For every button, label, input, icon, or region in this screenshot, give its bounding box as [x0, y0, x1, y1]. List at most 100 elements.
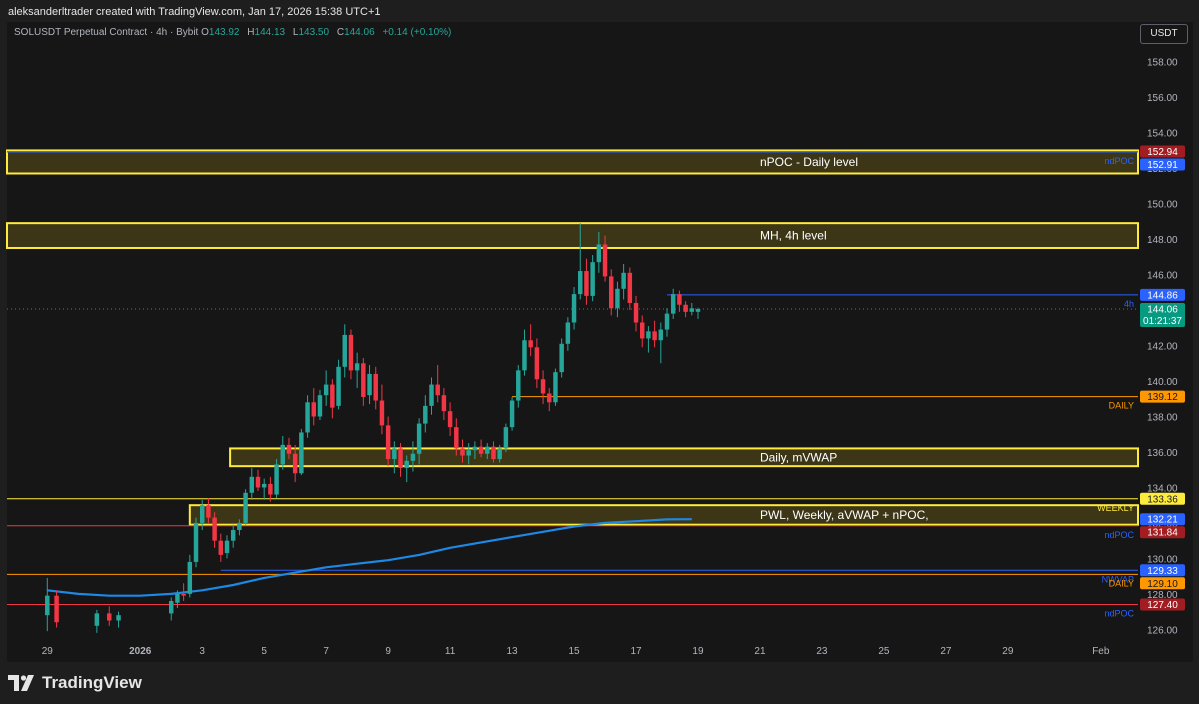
x-tick-label: 27 [940, 646, 952, 657]
candle-body [168, 600, 174, 614]
candle-body [602, 244, 608, 277]
y-tick-label: 140.00 [1147, 377, 1178, 388]
tradingview-logo[interactable]: TradingView [8, 672, 142, 694]
candle-body [689, 308, 695, 312]
candle-body [670, 294, 676, 314]
candle-body [621, 272, 626, 289]
candle-body [212, 517, 217, 541]
level-side-label: ndPOC [1104, 609, 1134, 619]
candle-body [255, 476, 261, 488]
x-tick-label: 29 [42, 646, 54, 657]
y-tick-label: 138.00 [1147, 413, 1178, 424]
candle-body [447, 411, 453, 428]
candle-body [187, 561, 193, 594]
price-badge-label: 133.36 [1147, 494, 1178, 505]
y-tick-label: 126.00 [1147, 625, 1178, 636]
candle-body [540, 379, 546, 394]
zone-label: MH, 4h level [760, 229, 827, 243]
y-tick-label: 148.00 [1147, 235, 1178, 246]
level-side-label: DAILY [1109, 401, 1134, 411]
candle-body [342, 334, 347, 367]
candle-body [497, 448, 502, 460]
y-tick-label: 130.00 [1147, 554, 1178, 565]
x-tick-label: 19 [692, 646, 704, 657]
candle-body [354, 363, 360, 371]
candle-body [683, 304, 688, 312]
candle-body [609, 276, 614, 309]
candle-body [571, 294, 577, 323]
candle-body [584, 271, 589, 296]
candle-body [695, 309, 701, 312]
zone-box [6, 222, 1139, 249]
candle-body [633, 302, 639, 323]
candle-body [410, 453, 416, 461]
close-value: 144.06 [344, 27, 375, 38]
x-tick-label: 2026 [129, 646, 152, 657]
price-badge-label: 132.21 [1147, 515, 1178, 526]
price-badge-label: 144.06 [1147, 305, 1178, 316]
candle-body [404, 460, 409, 468]
x-tick-label: Feb [1092, 646, 1110, 657]
candle-body [559, 343, 564, 373]
y-tick-label: 154.00 [1147, 129, 1178, 140]
time-axis: 29 2026 3 5 7 9 11 13 15 17 19 21 23 25 27 29 Feb [42, 646, 1110, 657]
candle-body [224, 540, 230, 554]
candle-body [379, 400, 385, 426]
candle-body [435, 384, 440, 396]
candle-body [454, 427, 459, 449]
price-badge-label: 152.91 [1147, 160, 1178, 171]
x-tick-label: 23 [816, 646, 828, 657]
level-side-label: ndPOC [1104, 530, 1134, 540]
vwap-line [47, 518, 692, 597]
candle-body [230, 530, 236, 541]
zones-layer [6, 149, 1140, 526]
candle-body [677, 294, 682, 305]
candle-body [206, 505, 211, 518]
price-badge-label: 152.94 [1147, 147, 1178, 158]
candle-body [336, 366, 341, 406]
candle-body [503, 427, 509, 449]
y-tick-label: 142.00 [1147, 342, 1178, 353]
candle-body [491, 446, 496, 460]
change-value: +0.14 (+0.10%) [382, 27, 452, 38]
candle-body [373, 373, 378, 401]
level-side-label: 4h [1124, 299, 1134, 309]
level-side-label: DAILY [1109, 578, 1134, 588]
currency-button[interactable]: USDT [1140, 24, 1188, 44]
candle-body [218, 540, 224, 555]
candle-body [516, 370, 521, 401]
zone-box [6, 149, 1139, 175]
candle-body [596, 244, 602, 263]
candles-layer [45, 223, 701, 633]
candle-body [268, 483, 273, 495]
candle-body [578, 271, 583, 295]
price-chart[interactable]: ndPOC4hDAILYWEEKLYndPOCNWVAPDAILYndPOC n… [0, 0, 1199, 704]
candle-body [299, 432, 304, 474]
candle-body [348, 334, 354, 371]
open-key: O [201, 27, 209, 38]
candle-body [547, 393, 552, 403]
candle-body [311, 402, 316, 417]
candle-body [398, 448, 403, 468]
symbol-title: SOLUSDT Perpetual Contract · 4h · Bybit [14, 27, 199, 38]
candle-body [274, 464, 279, 495]
y-tick-label: 134.00 [1147, 483, 1178, 494]
price-badge-label: 127.40 [1147, 600, 1178, 611]
close-key: C [336, 27, 345, 38]
candle-body [478, 446, 484, 454]
y-tick-label: 146.00 [1147, 271, 1178, 282]
candle-body [45, 595, 50, 616]
candle-body [385, 425, 391, 460]
symbol-legend: SOLUSDT Perpetual Contract · 4h · Bybit … [14, 27, 456, 38]
candle-body [193, 522, 199, 562]
candle-body [116, 615, 121, 621]
candle-body [528, 340, 533, 348]
candle-body [646, 331, 651, 339]
candle-body [243, 492, 248, 523]
x-tick-label: 13 [507, 646, 519, 657]
x-tick-label: 11 [445, 646, 456, 657]
candle-body [261, 483, 267, 488]
candle-body [652, 331, 657, 341]
price-badge-label: 129.33 [1147, 566, 1178, 577]
candle-body [664, 313, 670, 330]
